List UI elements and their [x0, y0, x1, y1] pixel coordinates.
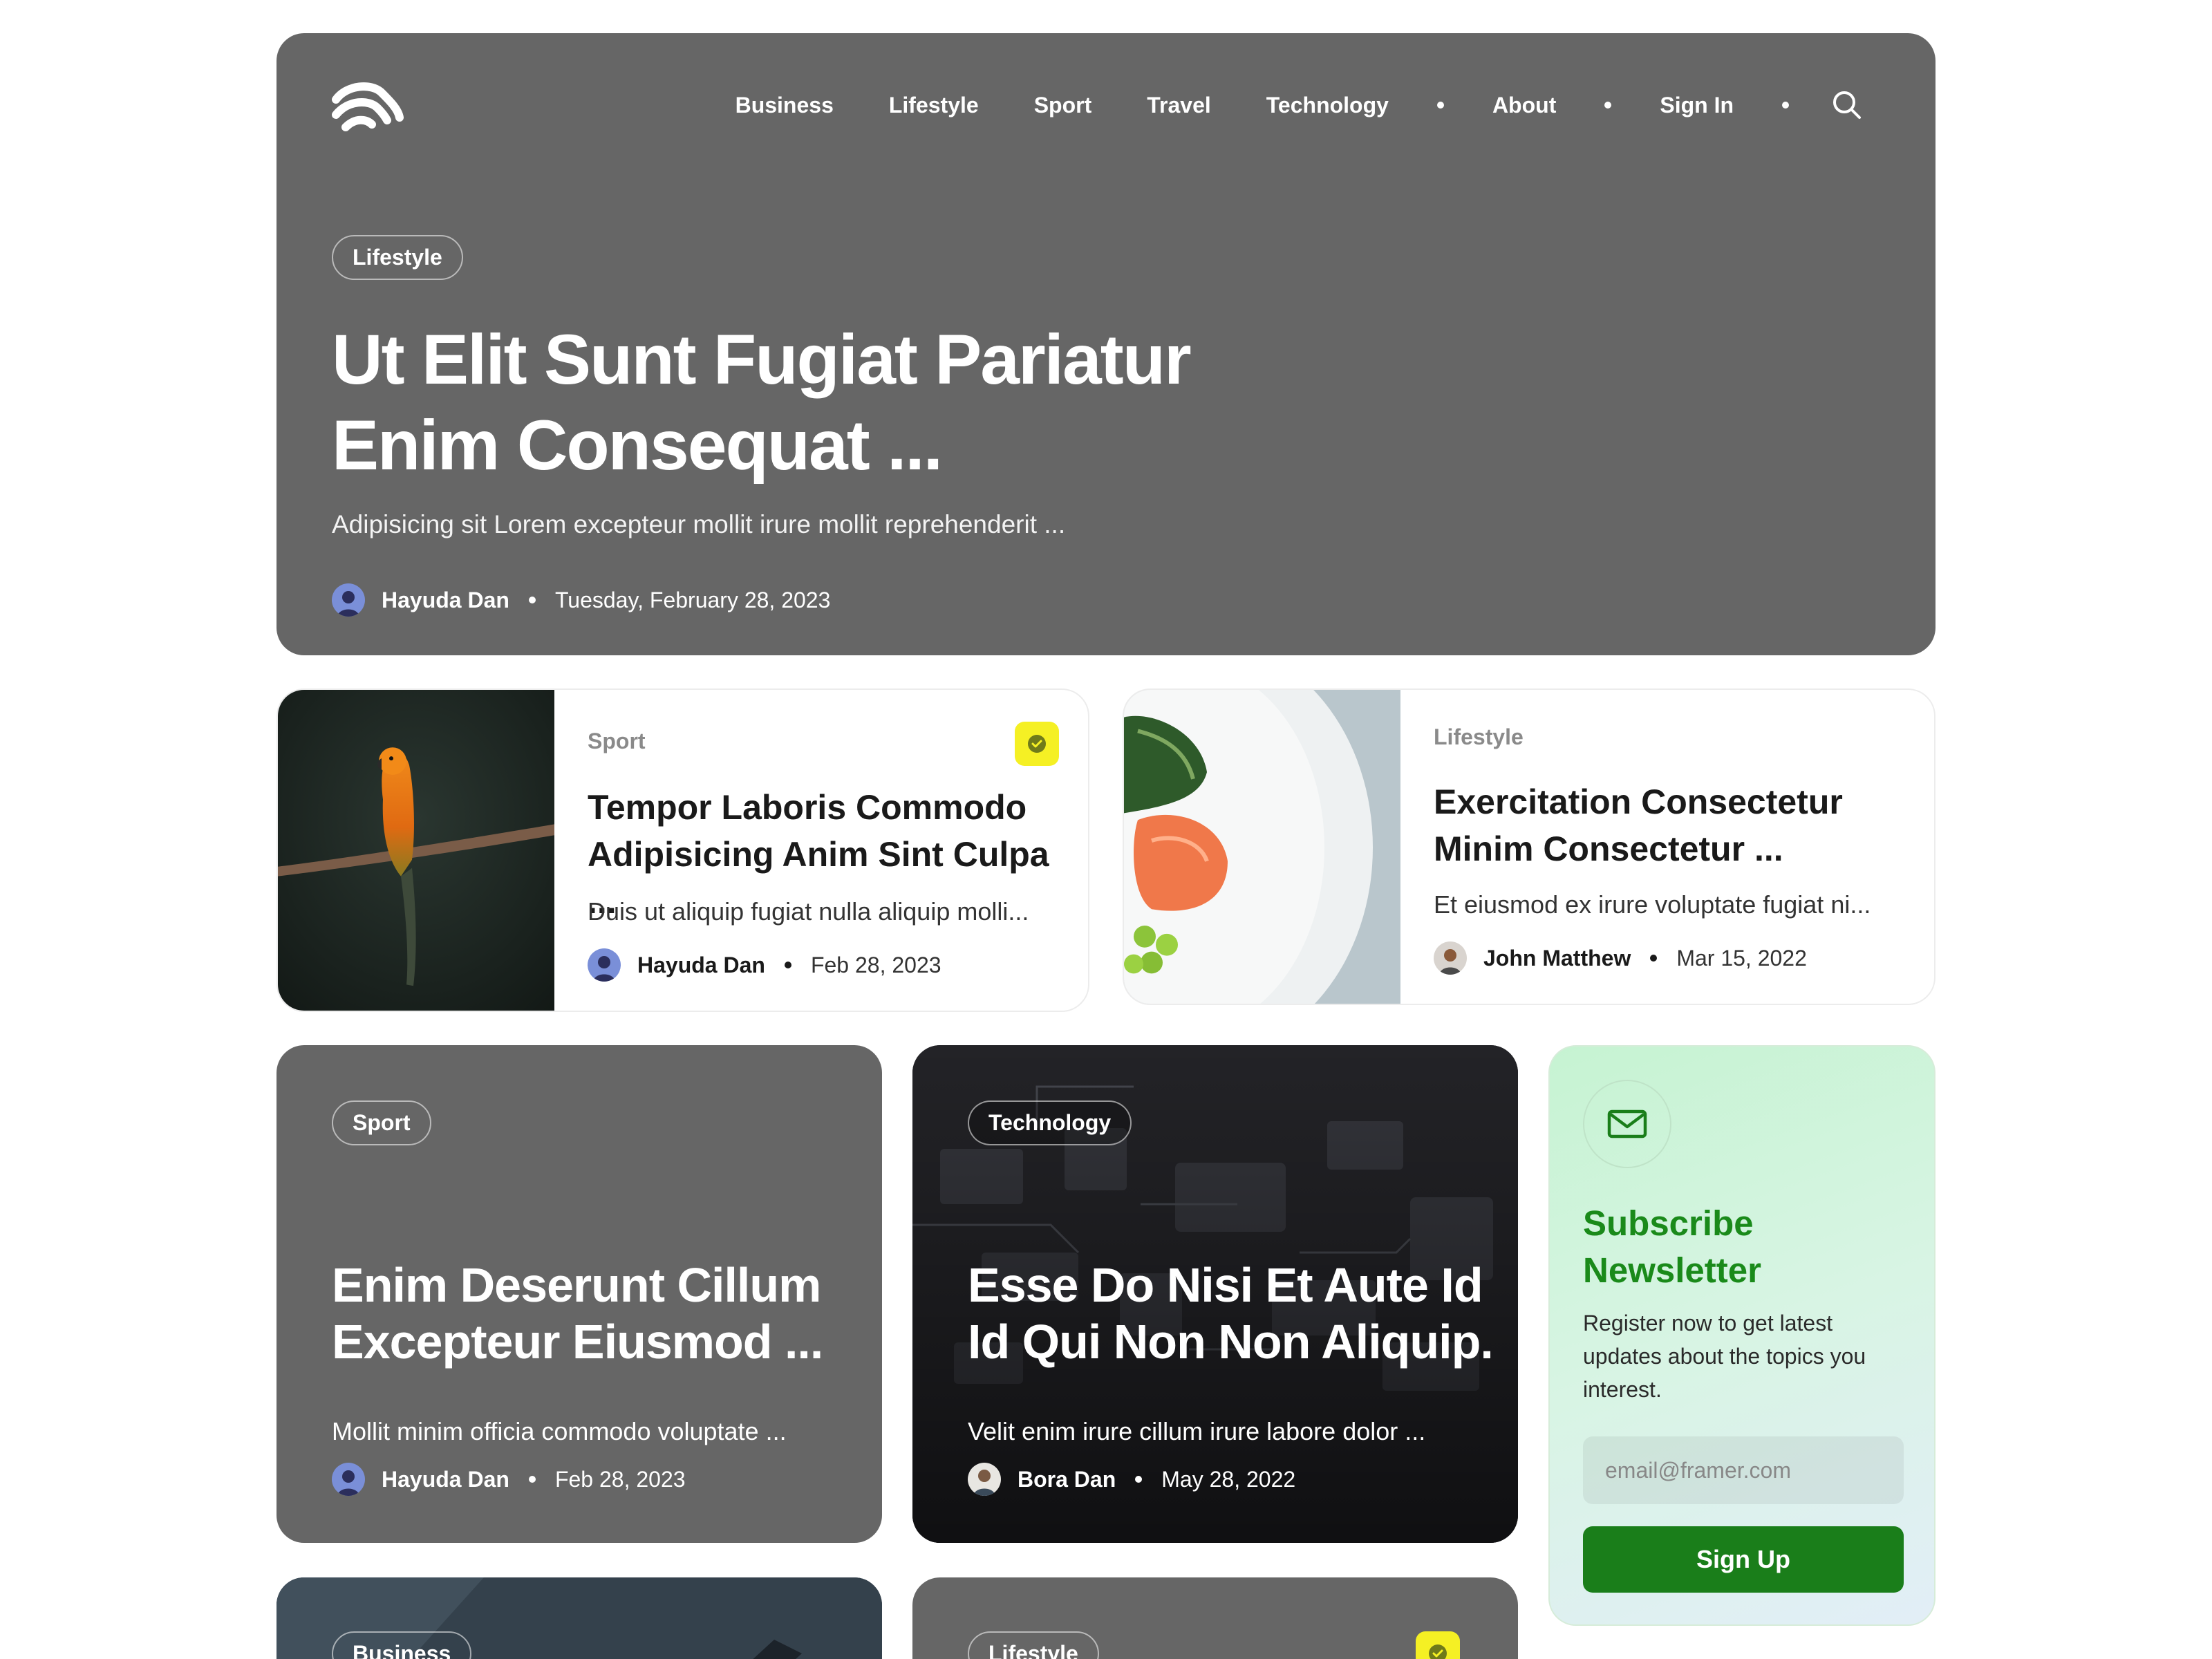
post-card-technology[interactable]: Technology Esse Do Nisi Et Aute Id Id Qu… [912, 1045, 1518, 1543]
mail-icon [1583, 1080, 1671, 1168]
post-date: Feb 28, 2023 [810, 952, 941, 977]
email-field[interactable] [1583, 1436, 1904, 1504]
nav-separator [1604, 102, 1612, 109]
category-label[interactable]: Lifestyle [1434, 724, 1524, 750]
post-date: Mar 15, 2022 [1676, 945, 1807, 971]
meta-separator [784, 962, 791, 968]
post-meta: Hayuda Dan Tuesday, February 28, 2023 [332, 583, 830, 617]
post-date: Feb 28, 2023 [554, 1466, 686, 1492]
category-tag[interactable]: Technology [968, 1100, 1132, 1145]
post-meta: Hayuda Dan Feb 28, 2023 [588, 948, 941, 982]
meta-separator [1650, 955, 1658, 962]
nav-technology[interactable]: Technology [1266, 93, 1389, 118]
post-date: Tuesday, February 28, 2023 [554, 587, 831, 612]
author-name[interactable]: Bora Dan [1018, 1467, 1116, 1492]
hero-excerpt: Adipisicing sit Lorem excepteur mollit i… [332, 510, 1066, 538]
avatar [332, 1463, 365, 1496]
featured-card-sport[interactable]: Sport Tempor Laboris Commodo Adipisicing… [276, 688, 1089, 1012]
nav-business[interactable]: Business [735, 93, 834, 118]
card-excerpt: Et eiusmod ex irure voluptate fugiat ni.… [1434, 890, 1871, 919]
hero-title[interactable]: Ut Elit Sunt Fugiat Pariatur Enim Conseq… [332, 317, 1230, 488]
category-tag[interactable]: Sport [332, 1100, 431, 1145]
newsletter-title: Subscribe Newsletter [1583, 1203, 1761, 1290]
post-card-lifestyle[interactable]: Lifestyle [912, 1577, 1518, 1659]
card-excerpt: Mollit minim officia commodo voluptate .… [332, 1417, 787, 1445]
nav-separator [1436, 102, 1444, 109]
post-card-business[interactable]: Business [276, 1577, 882, 1659]
category-label[interactable]: Sport [588, 729, 646, 754]
card-title[interactable]: Exercitation Consectetur Minim Consectet… [1434, 778, 1918, 872]
avatar [1434, 941, 1467, 975]
main-nav: Business Lifestyle Sport Travel Technolo… [735, 33, 1864, 177]
card-title[interactable]: Esse Do Nisi Et Aute Id Id Qui Non Non A… [968, 1257, 1494, 1370]
author-name[interactable]: John Matthew [1483, 946, 1631, 971]
verified-badge-icon [1015, 722, 1059, 766]
post-card-sport[interactable]: Sport Enim Deserunt Cillum Excepteur Eiu… [276, 1045, 882, 1543]
post-meta: Hayuda Dan Feb 28, 2023 [332, 1463, 686, 1496]
card-excerpt: Duis ut aliquip fugiat nulla aliquip mol… [588, 897, 1029, 926]
author-name[interactable]: Hayuda Dan [382, 588, 509, 613]
post-meta: Bora Dan May 28, 2022 [968, 1463, 1295, 1496]
nav-travel[interactable]: Travel [1147, 93, 1211, 118]
sign-up-button[interactable]: Sign Up [1583, 1526, 1904, 1593]
logo[interactable] [332, 69, 404, 141]
newsletter-card: Subscribe Newsletter Register now to get… [1548, 1045, 1936, 1626]
category-tag[interactable]: Lifestyle [332, 235, 463, 280]
verified-badge-icon [1416, 1631, 1460, 1659]
meta-separator [1135, 1476, 1143, 1483]
category-tag[interactable]: Lifestyle [968, 1631, 1099, 1659]
author-name[interactable]: Hayuda Dan [637, 953, 765, 978]
avatar [332, 583, 365, 617]
nav-sport[interactable]: Sport [1034, 93, 1092, 118]
nav-separator [1782, 102, 1789, 109]
newsletter-description: Register now to get latest updates about… [1583, 1311, 1866, 1402]
featured-card-lifestyle[interactable]: Lifestyle Exercitation Consectetur Minim… [1123, 688, 1936, 1005]
card-excerpt: Velit enim irure cillum irure labore dol… [968, 1417, 1426, 1445]
nav-lifestyle[interactable]: Lifestyle [889, 93, 979, 118]
meta-separator [528, 1476, 536, 1483]
salmon-bowl-photo [1124, 690, 1400, 1004]
avatar [968, 1463, 1001, 1496]
post-date: May 28, 2022 [1161, 1466, 1296, 1492]
card-title[interactable]: Enim Deserunt Cillum Excepteur Eiusmod .… [332, 1257, 857, 1370]
avatar [588, 948, 621, 982]
parrot-photo [278, 690, 554, 1011]
nav-sign-in[interactable]: Sign In [1660, 93, 1734, 118]
category-tag[interactable]: Business [332, 1631, 472, 1659]
search-icon[interactable] [1830, 88, 1864, 122]
post-meta: John Matthew Mar 15, 2022 [1434, 941, 1807, 975]
nav-about[interactable]: About [1492, 93, 1556, 118]
author-name[interactable]: Hayuda Dan [382, 1467, 509, 1492]
hero-card[interactable]: Business Lifestyle Sport Travel Technolo… [276, 33, 1936, 655]
meta-separator [528, 597, 536, 603]
